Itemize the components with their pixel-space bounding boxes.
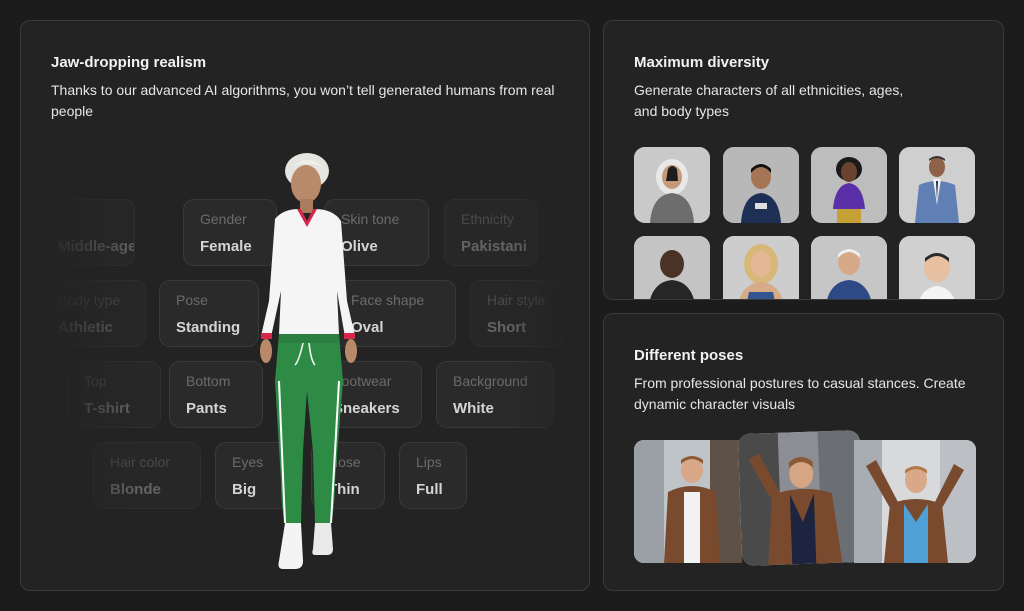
attribute-chip-hair-color: Hair color Blonde [93, 442, 201, 509]
attribute-chip-ethnicity: Ethnicity Pakistani [444, 199, 538, 266]
character-thumbnail-baby[interactable] [899, 236, 975, 299]
attribute-chip-top: Top T-shirt [67, 361, 161, 428]
pose-image-arms-raised[interactable] [737, 429, 865, 567]
attribute-chip-lips: Lips Full [399, 442, 467, 509]
diversity-description: Generate characters of all ethnicities, … [634, 82, 904, 119]
generated-woman-image [260, 153, 357, 569]
poses-description: From professional postures to casual sta… [634, 375, 966, 412]
pose-image-standing[interactable] [634, 440, 742, 563]
realism-card: Middle-aged Gender Female Skin tone Oliv… [20, 20, 590, 591]
attribute-chip-pose: Pose Standing [159, 280, 259, 347]
poses-title: Different poses [634, 347, 744, 364]
attribute-chip-background: Background White [436, 361, 554, 428]
attribute-chip-hair-style: Hair style Short [470, 280, 564, 347]
diversity-title: Maximum diversity [634, 54, 770, 71]
character-thumbnail-hoodie-girl[interactable] [634, 147, 710, 223]
attribute-chip-body-type: Body type Athletic [41, 280, 146, 347]
character-thumbnail-elderly-man[interactable] [811, 236, 887, 299]
diversity-card: Maximum diversity Generate characters of… [603, 20, 1004, 300]
poses-card: Different poses From professional postur… [603, 313, 1004, 591]
character-thumbnail-businessman[interactable] [899, 147, 975, 223]
realism-description: Thanks to our advanced AI algorithms, yo… [51, 82, 555, 119]
character-thumbnail-boy[interactable] [723, 147, 799, 223]
character-thumbnail-bald-man[interactable] [634, 236, 710, 299]
character-thumbnail-blonde-woman[interactable] [723, 236, 799, 299]
realism-title: Jaw-dropping realism [51, 54, 207, 71]
pose-image-dynamic[interactable] [854, 440, 976, 563]
attribute-chip-age: Middle-aged [41, 199, 135, 266]
character-thumbnail-girl-purple[interactable] [811, 147, 887, 223]
